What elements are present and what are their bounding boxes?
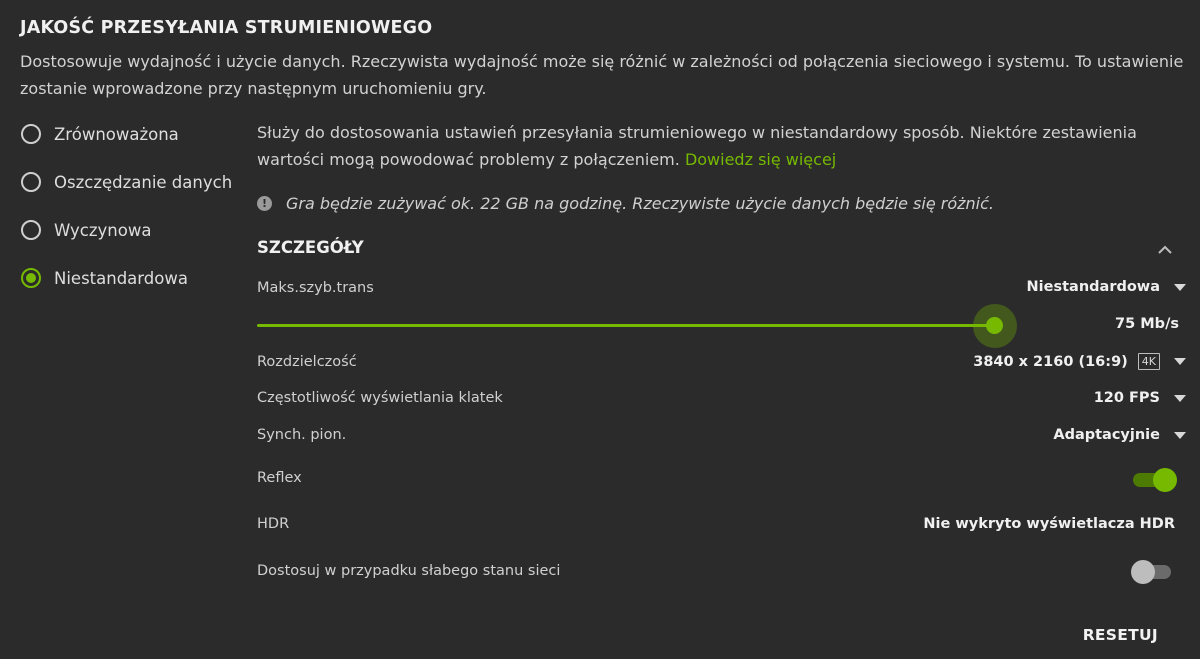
- preset-radio-competitive[interactable]: Wyczynowa: [21, 217, 151, 243]
- toggle-knob: [1153, 468, 1177, 492]
- collapse-button[interactable]: [1156, 240, 1174, 258]
- details-section-title: SZCZEGÓŁY: [257, 238, 364, 257]
- hdr-label: HDR: [257, 516, 290, 532]
- data-usage-text: Gra będzie zużywać ok. 22 GB na godzinę.…: [286, 194, 994, 213]
- data-usage-notice: ! Gra będzie zużywać ok. 22 GB na godzin…: [257, 194, 994, 213]
- bitrate-mode-value: Niestandardowa: [1026, 279, 1160, 295]
- vsync-value: Adaptacyjnie: [1053, 427, 1160, 443]
- toggle-knob: [1131, 560, 1155, 584]
- adaptive-network-toggle[interactable]: [1131, 560, 1171, 584]
- bitrate-slider-track[interactable]: [257, 324, 995, 327]
- custom-info: Służy do dostosowania ustawień przesyłan…: [257, 119, 1187, 173]
- bitrate-value: 75 Mb/s: [1115, 316, 1179, 332]
- framerate-dropdown[interactable]: 120 FPS: [1094, 390, 1186, 406]
- radio-circle[interactable]: [21, 172, 41, 192]
- page-description: Dostosowuje wydajność i użycie danych. R…: [20, 52, 1184, 98]
- radio-label: Zrównoważona: [54, 124, 179, 144]
- caret-down-icon: [1174, 394, 1186, 402]
- caret-down-icon: [1174, 283, 1186, 291]
- preset-radio-data-saver[interactable]: Oszczędzanie danych: [21, 169, 232, 195]
- page-title: JAKOŚĆ PRZESYŁANIA STRUMIENIOWEGO: [20, 18, 433, 38]
- 4k-badge: 4K: [1137, 353, 1160, 370]
- reflex-label: Reflex: [257, 470, 302, 486]
- framerate-value: 120 FPS: [1093, 390, 1160, 406]
- bitrate-slider-thumb[interactable]: [986, 317, 1003, 334]
- radio-label: Oszczędzanie danych: [54, 172, 233, 192]
- radio-circle-selected[interactable]: [21, 268, 41, 288]
- radio-label: Niestandardowa: [54, 268, 188, 288]
- radio-label: Wyczynowa: [54, 220, 152, 240]
- bitrate-label: Maks.szyb.trans: [257, 280, 374, 296]
- learn-more-link[interactable]: Dowiedz się więcej: [685, 150, 836, 169]
- vsync-dropdown[interactable]: Adaptacyjnie: [1053, 427, 1186, 443]
- chevron-up-icon: [1158, 245, 1172, 254]
- reflex-toggle[interactable]: [1133, 468, 1177, 492]
- resolution-label: Rozdzielczość: [257, 354, 357, 370]
- framerate-label: Częstotliwość wyświetlania klatek: [257, 390, 503, 406]
- adaptive-network-label: Dostosuj w przypadku słabego stanu sieci: [257, 563, 561, 579]
- radio-circle[interactable]: [21, 220, 41, 240]
- vsync-label: Synch. pion.: [257, 427, 347, 443]
- caret-down-icon: [1174, 431, 1186, 439]
- hdr-status: Nie wykryto wyświetlacza HDR: [923, 516, 1175, 532]
- info-icon: !: [257, 196, 272, 211]
- resolution-dropdown[interactable]: 3840 x 2160 (16:9) 4K: [973, 353, 1186, 370]
- resolution-value: 3840 x 2160 (16:9): [973, 353, 1128, 370]
- caret-down-icon: [1174, 358, 1186, 365]
- bitrate-mode-dropdown[interactable]: Niestandardowa: [1027, 279, 1186, 295]
- radio-circle[interactable]: [21, 124, 41, 144]
- preset-radio-balanced[interactable]: Zrównoważona: [21, 121, 179, 147]
- preset-radio-custom[interactable]: Niestandardowa: [21, 265, 188, 291]
- reset-button[interactable]: RESETUJ: [1083, 626, 1158, 644]
